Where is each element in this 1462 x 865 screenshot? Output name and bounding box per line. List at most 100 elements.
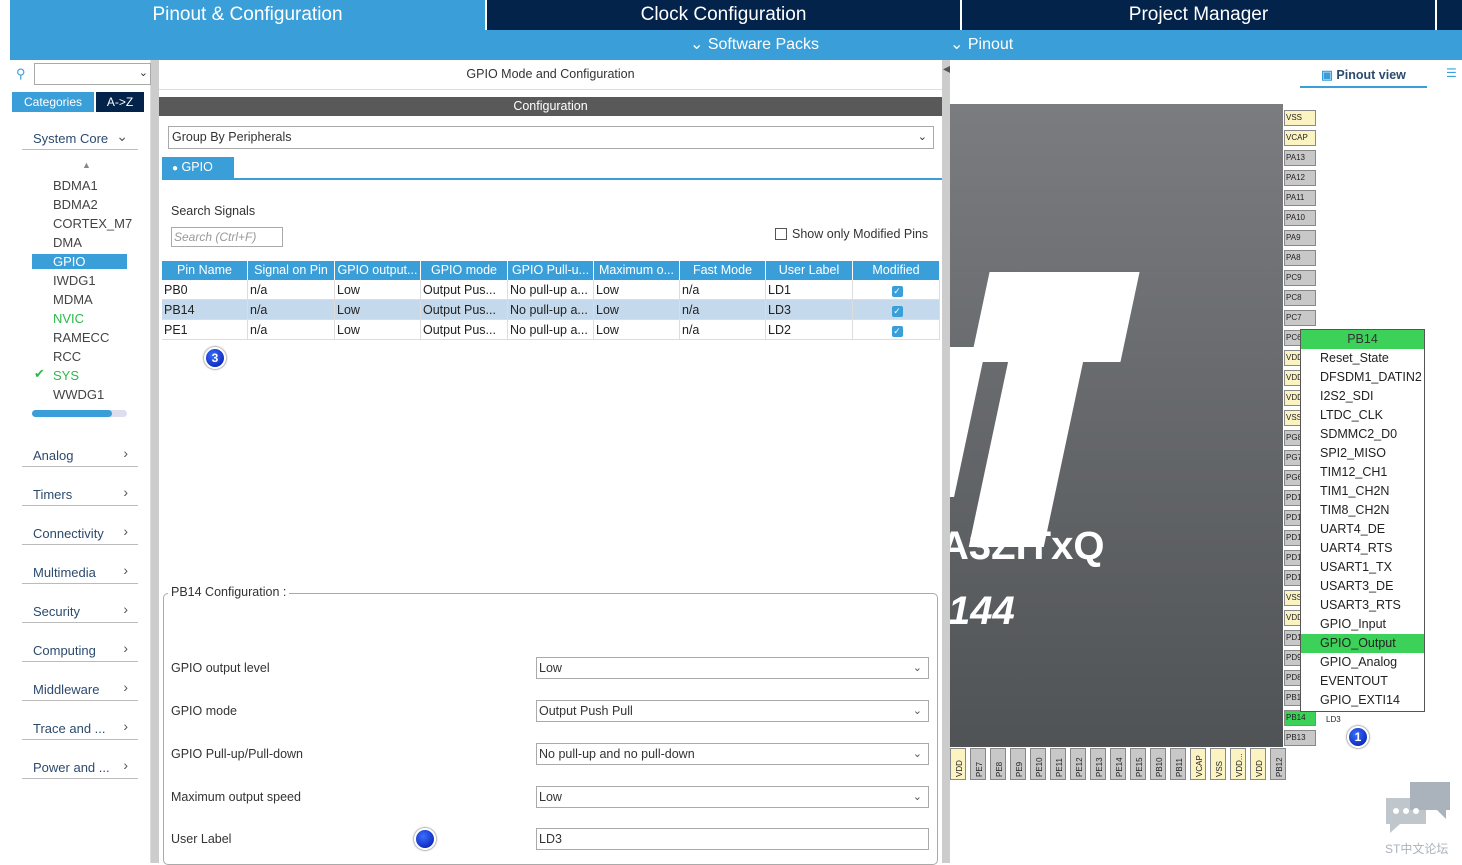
category-system-core[interactable]: System Core ⌄ (22, 126, 138, 150)
popup-item[interactable]: UART4_DE (1301, 520, 1424, 539)
table-row[interactable]: PB0 n/a Low Output Pus... No pull-up a... Low… (162, 280, 940, 300)
pinout-menu[interactable]: ⌄ Pinout (950, 30, 1013, 60)
popup-item[interactable]: UART4_RTS (1301, 539, 1424, 558)
sidebar-item-ramecc[interactable]: RAMECC (53, 330, 109, 345)
sidebar-item-sys[interactable]: SYS (53, 368, 79, 383)
pin-pb12[interactable]: PB12 (1270, 748, 1286, 780)
pin-pc8[interactable]: PC8 (1284, 290, 1316, 306)
scroll-up-icon[interactable]: ▲ (82, 160, 91, 170)
pin-pb14[interactable]: PB14 (1284, 710, 1316, 726)
column-header[interactable]: Signal on Pin (248, 261, 335, 280)
category-multimedia[interactable]: Multimedia › (22, 560, 138, 584)
search-signals-input[interactable]: Search (Ctrl+F) (171, 227, 283, 247)
sidebar-item-gpio[interactable]: GPIO (32, 254, 127, 269)
sidebar-item-bdma1[interactable]: BDMA1 (53, 178, 98, 193)
tab-categories[interactable]: Categories (12, 92, 94, 112)
category-timers[interactable]: Timers › (22, 482, 138, 506)
pin-pe9[interactable]: PE9 (1010, 748, 1026, 780)
popup-item[interactable]: USART3_RTS (1301, 596, 1424, 615)
tab-clock-configuration[interactable]: Clock Configuration (487, 0, 960, 30)
popup-item[interactable]: SPI2_MISO (1301, 444, 1424, 463)
category-analog[interactable]: Analog › (22, 443, 138, 467)
category-power-and[interactable]: Power and ... › (22, 755, 138, 779)
pin-pa13[interactable]: PA13 (1284, 150, 1316, 166)
column-header[interactable]: Fast Mode (680, 261, 766, 280)
pin-vcap[interactable]: VCAP (1190, 748, 1206, 780)
pin-pa11[interactable]: PA11 (1284, 190, 1316, 206)
popup-item[interactable]: I2S2_SDI (1301, 387, 1424, 406)
popup-item[interactable]: GPIO_Output (1301, 634, 1424, 653)
field-select[interactable]: Low ⌄ (536, 657, 929, 679)
pin-pa12[interactable]: PA12 (1284, 170, 1316, 186)
popup-item[interactable]: USART1_TX (1301, 558, 1424, 577)
tab-a-z[interactable]: A->Z (96, 92, 144, 112)
pin-pe11[interactable]: PE11 (1050, 748, 1066, 780)
sidebar-item-bdma2[interactable]: BDMA2 (53, 197, 98, 212)
tab-project-manager[interactable]: Project Manager (962, 0, 1435, 30)
pin-pe14[interactable]: PE14 (1110, 748, 1126, 780)
category-security[interactable]: Security › (22, 599, 138, 623)
pin-vss[interactable]: VSS (1210, 748, 1226, 780)
popup-item[interactable]: LTDC_CLK (1301, 406, 1424, 425)
tab-pinout-configuration[interactable]: Pinout & Configuration (10, 0, 485, 30)
pin-pe10[interactable]: PE10 (1030, 748, 1046, 780)
pin-pe7[interactable]: PE7 (970, 748, 986, 780)
pin-pe12[interactable]: PE12 (1070, 748, 1086, 780)
group-by-select[interactable]: Group By Peripherals ⌄ (168, 126, 934, 149)
pin-pe15[interactable]: PE15 (1130, 748, 1146, 780)
show-modified-checkbox[interactable] (775, 228, 787, 240)
pin-vdd[interactable]: VDD (1250, 748, 1266, 780)
pin-vss[interactable]: VSS (1284, 110, 1316, 126)
category-computing[interactable]: Computing › (22, 638, 138, 662)
sidebar-item-cortex_m7[interactable]: CORTEX_M7 (53, 216, 132, 231)
scrollbar-thumb[interactable] (32, 410, 112, 417)
modified-checkbox[interactable]: ✓ (891, 306, 903, 317)
pinout-view-tab[interactable]: ▣ Pinout view (1300, 66, 1427, 88)
pin-pb10[interactable]: PB10 (1150, 748, 1166, 780)
column-header[interactable]: User Label (766, 261, 853, 280)
pin-pa8[interactable]: PA8 (1284, 250, 1316, 266)
modified-checkbox[interactable]: ✓ (891, 326, 903, 337)
pin-pe8[interactable]: PE8 (990, 748, 1006, 780)
category-trace-and[interactable]: Trace and ... › (22, 716, 138, 740)
modified-checkbox[interactable]: ✓ (891, 286, 903, 297)
pin-vdd[interactable]: VDD... (1230, 748, 1246, 780)
popup-item[interactable]: EVENTOUT (1301, 672, 1424, 691)
popup-item[interactable]: GPIO_Input (1301, 615, 1424, 634)
column-header[interactable]: GPIO Pull-u... (508, 261, 594, 280)
tab-gpio[interactable]: ● GPIO (162, 157, 234, 178)
pin-vdd[interactable]: VDD (950, 748, 966, 780)
popup-item[interactable]: TIM12_CH1 (1301, 463, 1424, 482)
sidebar-item-iwdg1[interactable]: IWDG1 (53, 273, 96, 288)
column-header[interactable]: Modified (853, 261, 940, 280)
column-header[interactable]: Pin Name (162, 261, 248, 280)
sidebar-item-mdma[interactable]: MDMA (53, 292, 93, 307)
list-view-icon[interactable]: ☰ (1446, 66, 1457, 80)
table-row[interactable]: PB14 n/a Low Output Pus... No pull-up a... Lo… (162, 300, 940, 320)
popup-item[interactable]: TIM8_CH2N (1301, 501, 1424, 520)
table-row[interactable]: PE1 n/a Low Output Pus... No pull-up a... Low… (162, 320, 940, 340)
sidebar-item-wwdg1[interactable]: WWDG1 (53, 387, 104, 402)
popup-item[interactable]: TIM1_CH2N (1301, 482, 1424, 501)
user-label-input[interactable]: LD3 (536, 828, 929, 850)
popup-item[interactable]: USART3_DE (1301, 577, 1424, 596)
field-select[interactable]: Output Push Pull ⌄ (536, 700, 929, 722)
software-packs-menu[interactable]: ⌄ Software Packs (690, 30, 819, 60)
component-search-input[interactable]: ⌄ (34, 63, 151, 85)
pin-pb13[interactable]: PB13 (1284, 730, 1316, 746)
column-header[interactable]: GPIO mode (421, 261, 508, 280)
popup-item[interactable]: Reset_State (1301, 349, 1424, 368)
sidebar-item-rcc[interactable]: RCC (53, 349, 81, 364)
scrollbar-track[interactable] (32, 410, 127, 417)
pin-pe13[interactable]: PE13 (1090, 748, 1106, 780)
sidebar-item-nvic[interactable]: NVIC (53, 311, 84, 326)
category-connectivity[interactable]: Connectivity › (22, 521, 138, 545)
column-header[interactable]: GPIO output... (335, 261, 421, 280)
sidebar-item-dma[interactable]: DMA (53, 235, 82, 250)
popup-item[interactable]: SDMMC2_D0 (1301, 425, 1424, 444)
field-select[interactable]: No pull-up and no pull-down ⌄ (536, 743, 929, 765)
pin-pa10[interactable]: PA10 (1284, 210, 1316, 226)
popup-item[interactable]: GPIO_Analog (1301, 653, 1424, 672)
category-middleware[interactable]: Middleware › (22, 677, 138, 701)
pin-pb11[interactable]: PB11 (1170, 748, 1186, 780)
